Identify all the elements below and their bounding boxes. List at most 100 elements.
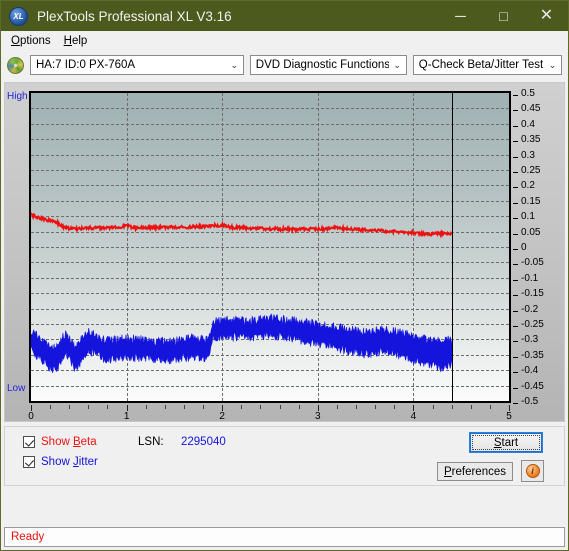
y-axis-tick-mark [513, 233, 518, 235]
beta-line [31, 212, 453, 239]
x-axis-tick-label: 1 [123, 411, 130, 422]
chevron-down-icon[interactable]: ⌄ [226, 56, 243, 74]
status-text: Ready [11, 531, 45, 543]
y-axis-tick-mark [513, 387, 518, 389]
y-axis-tick-mark [513, 249, 518, 250]
y-axis-tick-label: -0.2 [521, 303, 539, 315]
info-icon: i [525, 464, 540, 478]
show-jitter-checkbox[interactable] [23, 456, 35, 468]
x-axis-tick-mark [241, 405, 243, 409]
function-select[interactable]: DVD Diagnostic Functions ⌄ [249, 55, 407, 75]
x-axis-tick-mark [69, 405, 71, 409]
y-axis-tick-label: 0.25 [521, 165, 541, 176]
x-axis-tick-label: 0 [28, 411, 34, 422]
title-bar: XL PlexTools Professional XL V3.16 ─ □ ✕ [1, 1, 568, 31]
y-axis-tick-mark [513, 326, 518, 327]
chevron-down-icon[interactable]: ⌄ [544, 56, 561, 74]
menu-options-rest: ptions [19, 34, 51, 47]
menu-item-help[interactable]: Help [60, 33, 97, 49]
x-axis-tick-mark [470, 405, 472, 409]
test-select-value: Q-Check Beta/Jitter Test [418, 59, 544, 71]
x-axis-tick-mark [145, 405, 147, 409]
function-select-value: DVD Diagnostic Functions [255, 59, 389, 71]
y-axis-tick-label: -0.45 [521, 380, 544, 392]
plot-area[interactable] [29, 91, 511, 403]
y-axis-tick-label: 0.3 [521, 149, 535, 161]
chart-panel: High Low 0.5 0.45 0.4 0.35 0.3 0.25 0.2 0.15 0.1… [4, 82, 565, 422]
minimize-icon[interactable]: ─ [439, 1, 482, 31]
x-axis-tick-mark [394, 405, 396, 409]
x-axis-tick-mark [336, 405, 338, 409]
menu-item-options[interactable]: Options [7, 33, 60, 49]
lsn-label: LSN: [138, 436, 164, 448]
y-axis-tick-label: 0 [521, 242, 527, 253]
x-axis-tick-mark [356, 405, 358, 409]
y-axis-tick-label: 0.05 [521, 226, 541, 238]
y-axis-tick-mark [513, 202, 518, 204]
maximize-icon[interactable]: □ [482, 1, 525, 31]
y-axis-tick-mark [513, 295, 518, 297]
toolbar: HA:7 ID:0 PX-760A ⌄ DVD Diagnostic Funct… [1, 50, 568, 80]
x-axis-tick-mark [164, 405, 166, 409]
disc-icon [7, 56, 24, 74]
x-axis-tick-label: 3 [315, 411, 321, 422]
x-axis-tick-mark [107, 405, 109, 409]
y-axis-tick-label: 0.35 [521, 134, 541, 146]
y-axis-tick-mark [513, 141, 518, 143]
menu-bar: Options Help [1, 31, 568, 50]
y-axis-tick-label: -0.1 [521, 272, 539, 284]
x-axis-tick-label: 4 [410, 411, 417, 422]
y-axis-tick-label: 0.45 [521, 103, 541, 115]
y-axis-tick-mark [513, 156, 518, 158]
start-button[interactable]: Start [469, 432, 543, 453]
y-axis-tick-label: 0.1 [521, 211, 535, 223]
x-axis-tick-mark [88, 405, 90, 409]
show-beta-label: Show Beta [41, 436, 97, 448]
x-axis-tick-label: 2 [219, 411, 225, 422]
y-axis-tick-mark [513, 95, 518, 96]
test-select[interactable]: Q-Check Beta/Jitter Test ⌄ [412, 55, 562, 75]
options-panel: Show Beta Show Jitter LSN: 2295040 Start… [4, 426, 565, 486]
status-bar: Ready [4, 527, 565, 547]
y-axis-tick-label: 0.4 [521, 118, 535, 130]
window-controls: ─ □ ✕ [439, 1, 568, 31]
data-series-layer [31, 212, 453, 373]
show-beta-row[interactable]: Show Beta [23, 436, 97, 448]
start-button-focus-ring: Start [472, 435, 540, 450]
y-axis-tick-mark [513, 403, 518, 404]
x-axis-tick-mark [451, 405, 453, 409]
close-icon[interactable]: ✕ [525, 1, 568, 31]
x-axis-tick-mark [298, 405, 300, 409]
x-axis-tick-mark [260, 405, 262, 409]
menu-help-rest: elp [71, 34, 88, 47]
chevron-down-icon[interactable]: ⌄ [389, 56, 406, 74]
drive-select[interactable]: HA:7 ID:0 PX-760A ⌄ [30, 55, 244, 75]
show-jitter-row[interactable]: Show Jitter [23, 456, 98, 468]
y-axis-tick-mark [513, 125, 518, 127]
info-button[interactable]: i [521, 460, 544, 482]
app-logo-icon: XL [9, 6, 28, 26]
jitter-band [31, 313, 452, 373]
y-axis-tick-label: -0.05 [521, 257, 544, 269]
x-axis-tick-mark [432, 405, 434, 409]
y-axis-tick-label: -0.5 [521, 396, 539, 407]
axis-label-low: Low [7, 383, 26, 394]
x-axis-tick-label: 5 [506, 411, 512, 422]
preferences-button[interactable]: Preferences [437, 462, 513, 481]
y-axis-tick-mark [513, 341, 518, 343]
show-jitter-label: Show Jitter [41, 456, 98, 468]
y-axis-tick-label: 0.2 [521, 180, 535, 192]
y-axis-tick-label: -0.3 [521, 334, 539, 346]
show-beta-checkbox[interactable] [23, 436, 35, 448]
y-axis-tick-mark [513, 264, 518, 266]
y-axis-tick-label: -0.4 [521, 365, 539, 377]
application-window: XL PlexTools Professional XL V3.16 ─ □ ✕… [0, 0, 569, 551]
x-axis-tick-mark [50, 405, 52, 409]
start-button-label: Start [493, 436, 519, 449]
y-axis-tick-label: -0.15 [521, 288, 544, 300]
y-axis: 0.5 0.45 0.4 0.35 0.3 0.25 0.2 0.15 0.1 0.05 0 -0.0… [513, 85, 569, 409]
drive-select-value: HA:7 ID:0 PX-760A [36, 59, 136, 71]
x-axis-tick-mark [489, 405, 491, 409]
x-axis-tick-mark [279, 405, 281, 409]
lsn-value: 2295040 [181, 436, 226, 448]
